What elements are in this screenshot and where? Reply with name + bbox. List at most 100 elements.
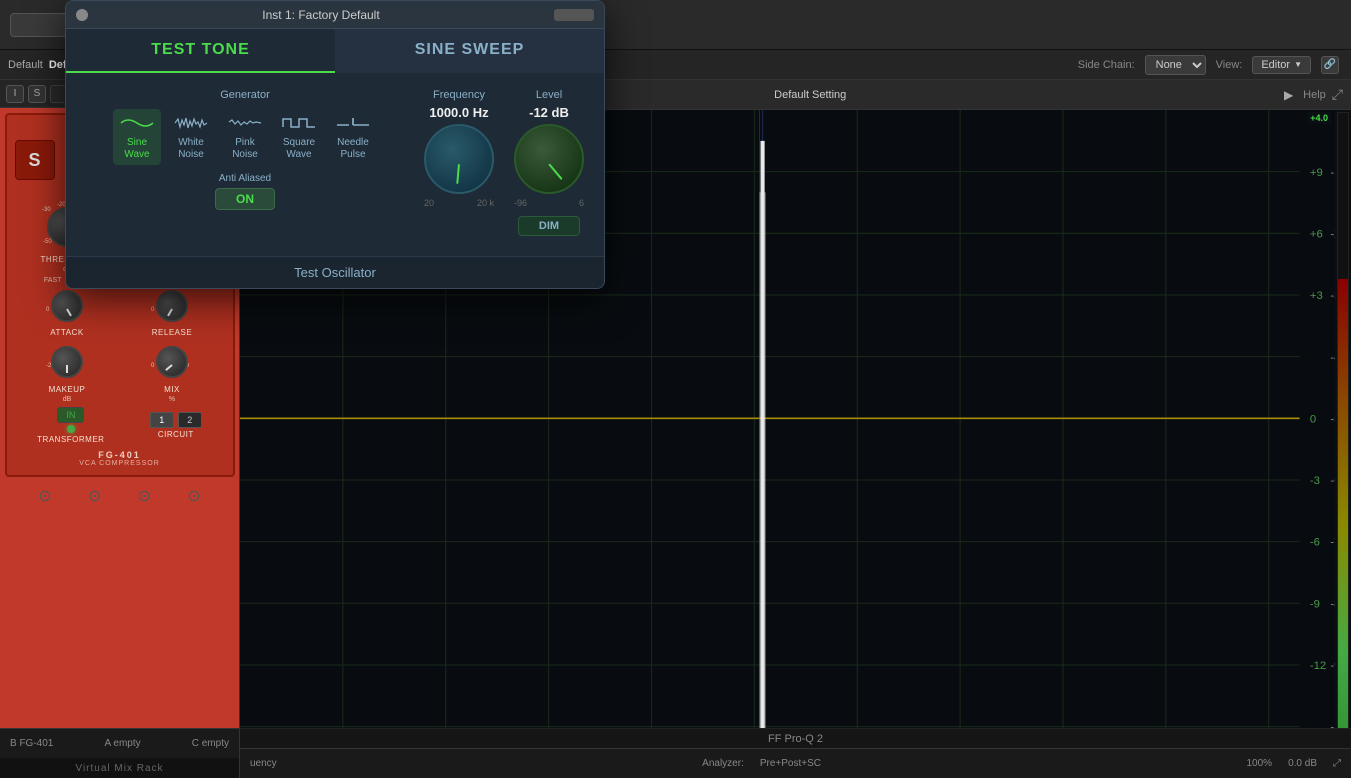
speaker-icon-3: ⊙ bbox=[138, 486, 151, 506]
frequency-knob[interactable] bbox=[424, 124, 494, 194]
needle-pulse-button[interactable]: NeedlePulse bbox=[329, 109, 377, 165]
attack-label: ATTACK bbox=[50, 328, 83, 337]
preset-group-label: Default bbox=[8, 59, 43, 71]
svg-text:+3: +3 bbox=[1310, 290, 1323, 302]
svg-text:+6: +6 bbox=[1310, 228, 1323, 240]
fast-label: FAST bbox=[44, 277, 62, 284]
circuit-buttons: 1 2 bbox=[150, 412, 202, 428]
sine-sweep-tab[interactable]: SINE SWEEP bbox=[335, 29, 604, 73]
fg401-subtitle: VCA COMPRESSOR bbox=[15, 460, 225, 467]
fg401-name-section: FG-401 VCA COMPRESSOR bbox=[15, 450, 225, 467]
white-noise-icon bbox=[173, 113, 209, 133]
white-noise-button[interactable]: WhiteNoise bbox=[167, 109, 215, 165]
svg-text:-9: -9 bbox=[1310, 598, 1320, 610]
anti-alias-label: Anti Aliased bbox=[86, 173, 404, 184]
level-section: Level -12 dB -96 6 DIM bbox=[514, 89, 584, 236]
freq-range: 20 20 k bbox=[424, 198, 494, 208]
sine-wave-button[interactable]: SineWave bbox=[113, 109, 161, 165]
fg401-logo: S bbox=[15, 140, 55, 180]
generator-title: Generator bbox=[86, 89, 404, 101]
chevron-down-icon: ▼ bbox=[1294, 60, 1302, 69]
window-close-button[interactable] bbox=[76, 9, 88, 21]
level-value: -12 dB bbox=[529, 105, 569, 120]
white-noise-label: WhiteNoise bbox=[178, 137, 204, 161]
level-knob-indicator bbox=[548, 163, 562, 180]
power-button[interactable]: I bbox=[6, 85, 24, 103]
level-range: -96 6 bbox=[514, 198, 584, 208]
osc-tabs: TEST TONE SINE SWEEP bbox=[66, 29, 604, 73]
frequency-value: 1000.0 Hz bbox=[429, 105, 488, 120]
frequency-section: Frequency 1000.0 Hz 20 20 k bbox=[424, 89, 494, 236]
level-min: -96 bbox=[514, 198, 527, 208]
svg-text:0: 0 bbox=[46, 307, 50, 313]
freq-min: 20 bbox=[424, 198, 434, 208]
anti-alias-section: Anti Aliased ON bbox=[86, 173, 404, 210]
level-max: 6 bbox=[579, 198, 584, 208]
view-editor-label: Editor bbox=[1261, 59, 1290, 71]
frequency-label: Frequency bbox=[433, 89, 485, 101]
freq-label: uency bbox=[250, 758, 277, 769]
freq-knob-indicator bbox=[456, 164, 460, 184]
in-button[interactable]: IN bbox=[57, 407, 84, 423]
offset-value: 0.0 dB bbox=[1288, 758, 1317, 769]
square-wave-icon bbox=[281, 113, 317, 133]
sine-wave-label: SineWave bbox=[124, 137, 149, 161]
fg401-model: FG-401 bbox=[15, 450, 225, 460]
window-minimize-button[interactable] bbox=[554, 9, 594, 21]
expand-icon[interactable]: ⤢ bbox=[1332, 86, 1343, 103]
level-label: Level bbox=[536, 89, 562, 101]
test-tone-tab[interactable]: TEST TONE bbox=[66, 29, 335, 73]
speaker-icon-2: ⊙ bbox=[88, 486, 101, 506]
generator-section: Generator SineWave WhiteNoise bbox=[86, 89, 404, 236]
fg401-bottom-controls: IN TRANSFORMER 1 2 CIRCUIT bbox=[15, 407, 225, 444]
makeup-sublabel: dB bbox=[63, 396, 72, 403]
side-chain-label: Side Chain: bbox=[1078, 59, 1135, 71]
attack-knob[interactable] bbox=[51, 290, 83, 322]
dim-button[interactable]: DIM bbox=[518, 216, 580, 236]
side-chain-select[interactable]: None bbox=[1145, 55, 1206, 75]
slot-b: B FG-401 bbox=[10, 738, 53, 749]
mix-knob[interactable] bbox=[156, 346, 188, 378]
ff-proq-title: FF Pro-Q 2 bbox=[768, 733, 823, 745]
circuit-1-button[interactable]: 1 bbox=[150, 412, 174, 428]
analyzer-mode: Pre+Post+SC bbox=[760, 758, 821, 769]
help-label: Help bbox=[1303, 89, 1326, 101]
solo-button[interactable]: S bbox=[28, 85, 46, 103]
next-preset-button[interactable]: ▶ bbox=[1280, 86, 1297, 104]
mix-group: 0 100 MIX % bbox=[151, 341, 193, 403]
bottom-status-bar: uency Analyzer: Pre+Post+SC 100% 0.0 dB … bbox=[240, 748, 1351, 778]
square-wave-button[interactable]: SquareWave bbox=[275, 109, 323, 165]
vmr-footer-text: Virtual Mix Rack bbox=[75, 763, 163, 774]
speaker-icon-1: ⊙ bbox=[38, 486, 51, 506]
speaker-icon-4: ⊙ bbox=[187, 486, 200, 506]
mix-label: MIX bbox=[164, 385, 180, 394]
pink-noise-icon bbox=[227, 113, 263, 133]
svg-text:0: 0 bbox=[151, 307, 155, 313]
makeup-knob[interactable] bbox=[51, 346, 83, 378]
ff-proq-title-bar: FF Pro-Q 2 bbox=[240, 728, 1351, 748]
release-knob[interactable] bbox=[156, 290, 188, 322]
level-meter: 12 dB bbox=[1335, 110, 1351, 778]
level-knob[interactable] bbox=[514, 124, 584, 194]
svg-text:0: 0 bbox=[1310, 413, 1316, 425]
link-icon[interactable]: 🔗 bbox=[1321, 56, 1339, 74]
anti-alias-button[interactable]: ON bbox=[215, 188, 275, 210]
makeup-label: MAKEUP bbox=[49, 385, 86, 394]
view-editor-button[interactable]: Editor ▼ bbox=[1252, 56, 1311, 74]
sine-icon bbox=[119, 113, 155, 133]
speaker-icons-row: ⊙ ⊙ ⊙ ⊙ bbox=[0, 482, 239, 510]
osc-footer-label: Test Oscillator bbox=[294, 265, 376, 280]
slot-a: A empty bbox=[104, 738, 140, 749]
window-titlebar: Inst 1: Factory Default bbox=[66, 1, 604, 29]
vmr-footer: Virtual Mix Rack bbox=[0, 758, 239, 778]
resize-icon[interactable]: ⤢ bbox=[1333, 758, 1341, 769]
circuit-2-button[interactable]: 2 bbox=[178, 412, 202, 428]
svg-text:-3: -3 bbox=[1310, 475, 1320, 487]
pink-noise-button[interactable]: PinkNoise bbox=[221, 109, 269, 165]
vmr-slot-bar: B FG-401 A empty C empty bbox=[0, 728, 239, 758]
svg-text:0: 0 bbox=[151, 363, 155, 369]
waveform-buttons: SineWave WhiteNoise PinkNoise bbox=[86, 109, 404, 165]
circuit-label: CIRCUIT bbox=[158, 430, 194, 439]
osc-footer: Test Oscillator bbox=[66, 256, 604, 288]
makeup-mix-row: -24 24 MAKEUP dB 0 100 bbox=[15, 341, 225, 403]
